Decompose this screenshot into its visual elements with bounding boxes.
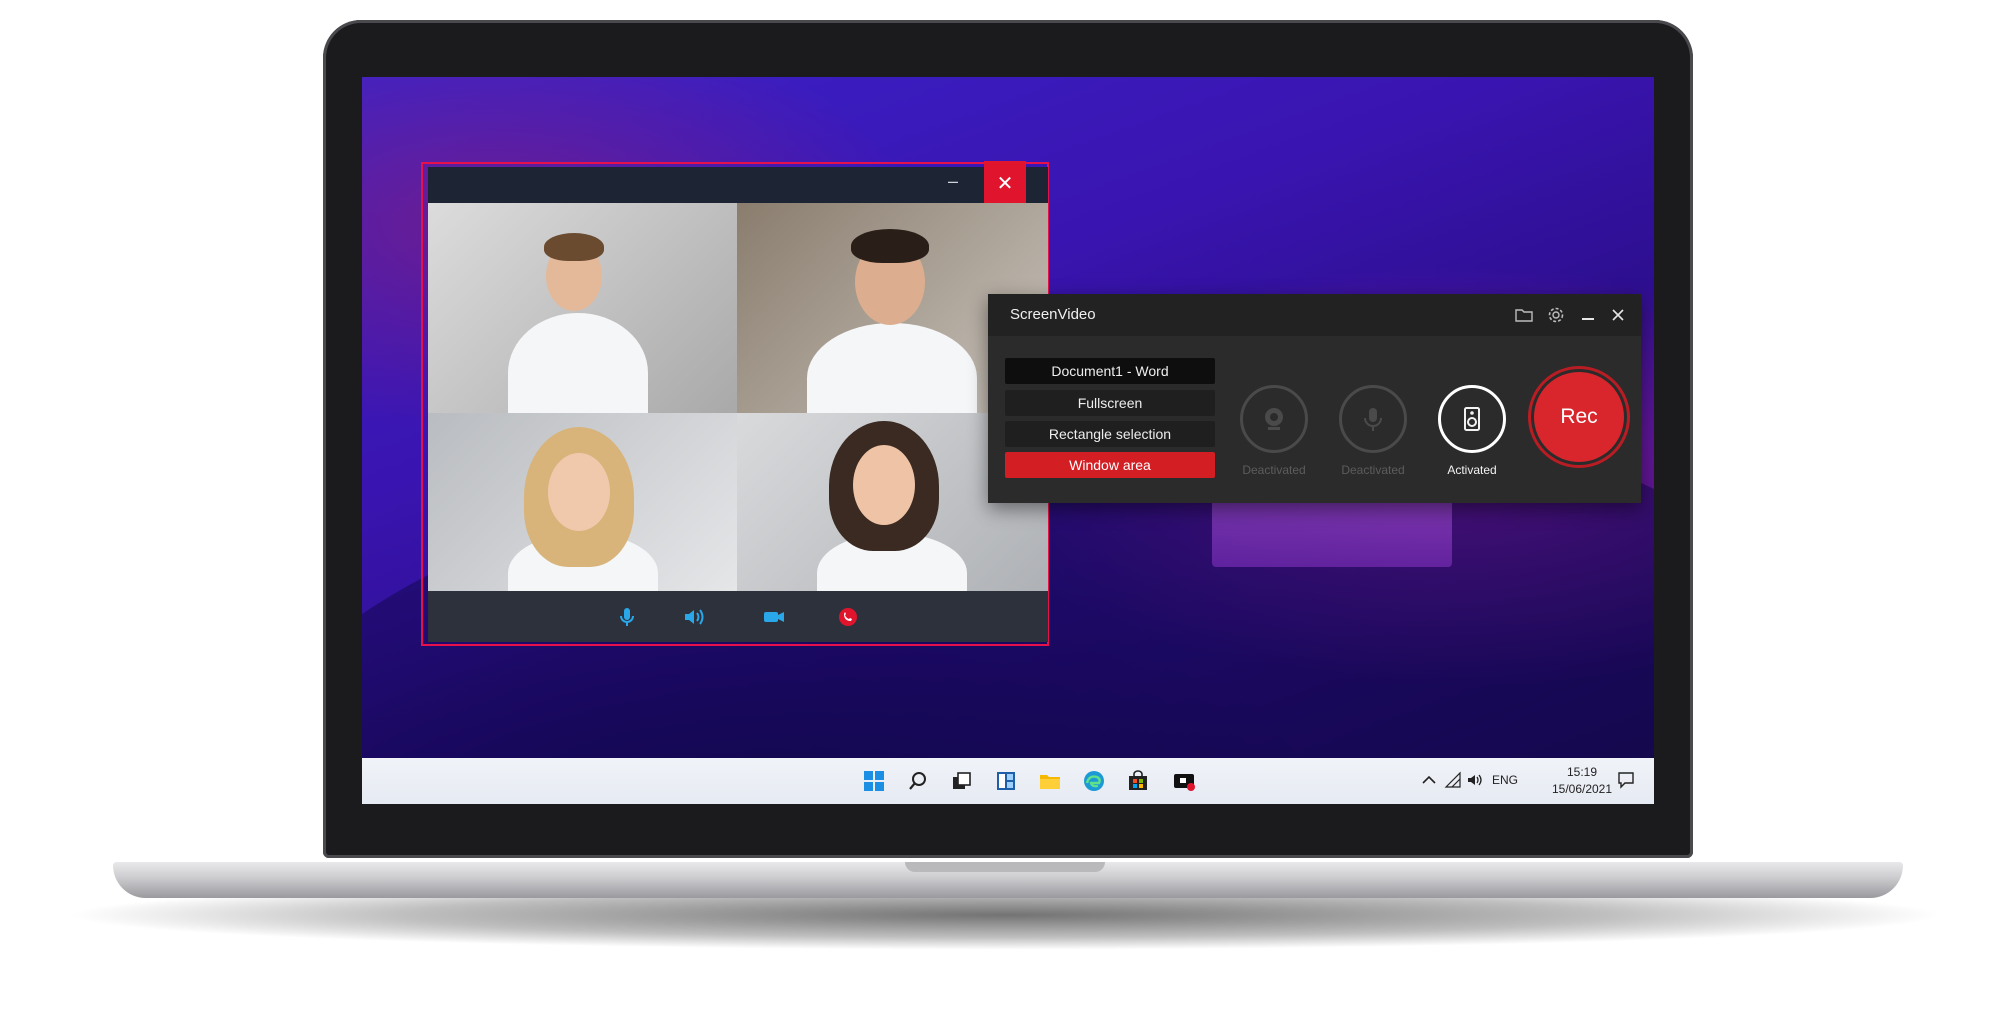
screenvideo-window[interactable]: ScreenVideo Document1 - Word Fullscreen … <box>988 294 1641 503</box>
clock-time[interactable]: 15:19 <box>1547 765 1617 779</box>
participant-tile-1 <box>428 203 737 413</box>
mode-fullscreen-button[interactable]: Fullscreen <box>1005 390 1215 416</box>
screenvideo-title: ScreenVideo <box>1010 306 1096 323</box>
gear-icon[interactable] <box>1546 305 1566 325</box>
widgets-icon[interactable] <box>994 769 1018 793</box>
participant-body <box>807 323 977 413</box>
screenvideo-taskbar-icon[interactable] <box>1172 769 1196 793</box>
microphone-icon[interactable] <box>615 605 639 629</box>
folder-icon[interactable] <box>1514 305 1534 325</box>
desktop-screen: – ✕ ScreenVideo Document1 - Word Fullscr… <box>362 77 1654 804</box>
participant-head <box>853 445 915 525</box>
speaker-icon[interactable] <box>682 605 706 629</box>
webcam-icon <box>1265 408 1283 430</box>
call-controls-bar <box>428 591 1048 642</box>
mode-rectangle-selection-button[interactable]: Rectangle selection <box>1005 421 1215 447</box>
file-explorer-icon[interactable] <box>1038 769 1062 793</box>
participant-tile-3 <box>428 413 737 591</box>
close-icon: ✕ <box>996 172 1014 195</box>
microphone-icon <box>1364 408 1382 431</box>
webcam-status-label: Deactivated <box>1242 463 1306 477</box>
search-icon[interactable] <box>906 769 930 793</box>
camera-icon[interactable] <box>762 605 786 629</box>
screenvideo-titlebar[interactable]: ScreenVideo <box>988 294 1641 336</box>
network-icon[interactable] <box>1444 771 1462 789</box>
participant-hair <box>851 229 929 263</box>
record-button-label: Rec <box>1560 405 1598 428</box>
volume-icon[interactable] <box>1466 771 1484 789</box>
edge-browser-icon[interactable] <box>1082 769 1106 793</box>
participant-hair <box>544 233 604 261</box>
microphone-toggle[interactable] <box>1339 385 1407 453</box>
speaker-status-label: Activated <box>1447 463 1497 477</box>
notifications-icon[interactable] <box>1616 770 1636 790</box>
participant-head <box>548 453 610 531</box>
record-button[interactable]: Rec <box>1534 372 1624 462</box>
task-view-icon[interactable] <box>950 769 974 793</box>
video-call-window[interactable]: – ✕ <box>428 161 1048 642</box>
microphone-status-label: Deactivated <box>1341 463 1405 477</box>
minimize-icon[interactable] <box>1578 305 1598 325</box>
hang-up-icon[interactable] <box>836 605 860 629</box>
mode-window-area-button[interactable]: Window area <box>1005 452 1215 478</box>
windows-start-icon[interactable] <box>862 769 886 793</box>
webcam-toggle[interactable] <box>1240 385 1308 453</box>
speaker-icon <box>1464 407 1480 431</box>
store-icon[interactable] <box>1126 769 1150 793</box>
mode-document-window-button[interactable]: Document1 - Word <box>1005 358 1215 384</box>
language-indicator[interactable]: ENG <box>1492 773 1518 787</box>
call-close-button[interactable]: ✕ <box>984 161 1026 205</box>
close-icon[interactable] <box>1608 305 1628 325</box>
participant-body <box>508 313 648 413</box>
taskbar: ENG 15:19 15/06/2021 <box>362 758 1654 804</box>
speaker-toggle[interactable] <box>1438 385 1506 453</box>
laptop-notch <box>905 862 1105 872</box>
call-minimize-button[interactable]: – <box>948 171 958 192</box>
chevron-up-icon[interactable] <box>1420 771 1438 789</box>
